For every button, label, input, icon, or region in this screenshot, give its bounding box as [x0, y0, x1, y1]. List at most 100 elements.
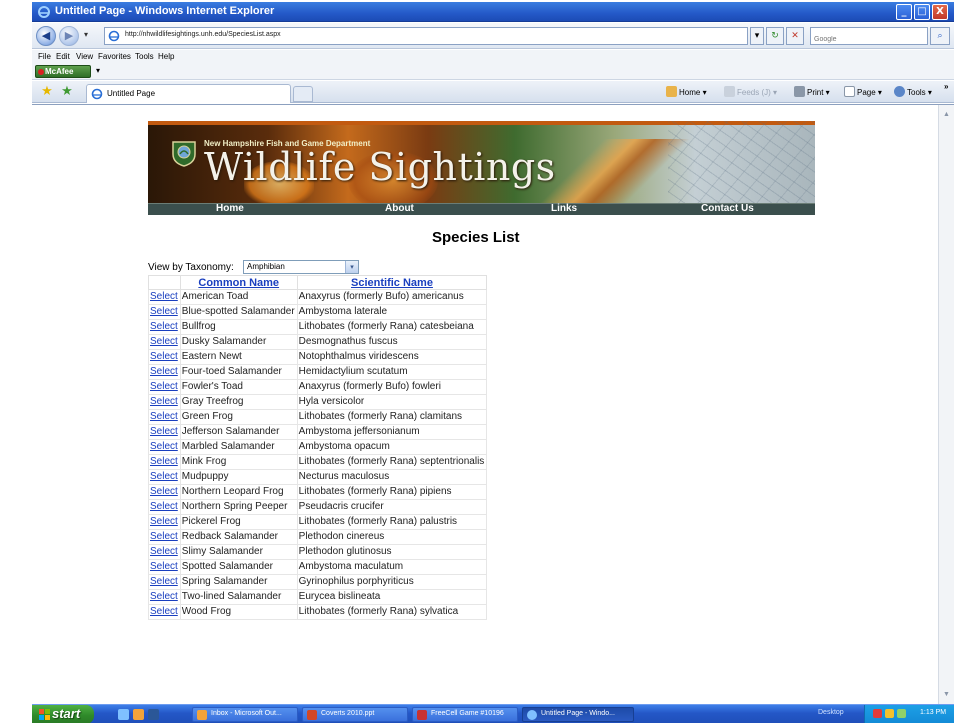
select-link[interactable]: Select — [150, 456, 178, 467]
maximize-button[interactable]: □ — [914, 4, 930, 20]
common-name-cell: Northern Spring Peeper — [179, 499, 298, 515]
favorites-star-icon[interactable]: ★ — [40, 85, 54, 99]
select-link[interactable]: Select — [150, 561, 178, 572]
mcafee-button[interactable]: McAfee — [35, 65, 91, 78]
nav-contact-us[interactable]: Contact Us — [701, 203, 754, 214]
scroll-up-icon[interactable]: ▲ — [941, 109, 952, 120]
home-command[interactable]: Home ▾ — [666, 86, 707, 97]
select-column-header — [148, 275, 181, 290]
select-cell: Select — [148, 544, 181, 560]
scientific-name-cell: Desmognathus fuscus — [296, 334, 488, 350]
tools-command[interactable]: Tools ▾ — [894, 86, 932, 97]
add-favorite-icon[interactable]: ★ — [60, 85, 74, 99]
print-command[interactable]: Print ▾ — [794, 86, 830, 97]
scientific-name-cell: Eurycea bislineata — [296, 589, 488, 605]
select-link[interactable]: Select — [150, 366, 178, 377]
select-link[interactable]: Select — [150, 351, 178, 362]
nav-about[interactable]: About — [385, 203, 414, 214]
desktop-toolbar-label[interactable]: Desktop — [818, 709, 844, 716]
search-box[interactable] — [810, 27, 928, 47]
chevron-down-icon[interactable]: ▾ — [345, 261, 358, 273]
site-nav: Home About Links Contact Us — [148, 203, 815, 215]
nav-links[interactable]: Links — [551, 203, 577, 214]
select-link[interactable]: Select — [150, 546, 178, 557]
quicklaunch-word-icon[interactable] — [148, 709, 159, 720]
common-name-header[interactable]: Common Name — [179, 275, 298, 290]
tray-security-icon[interactable] — [885, 709, 894, 718]
address-field[interactable]: http://nhwildlifesightings.unh.edu/Speci… — [104, 27, 748, 45]
stop-button[interactable]: ✕ — [786, 27, 804, 45]
scientific-name-cell: Lithobates (formerly Rana) clamitans — [296, 409, 488, 425]
select-link[interactable]: Select — [150, 606, 178, 617]
task-internet-explorer[interactable]: Untitled Page - Windo... — [522, 707, 634, 722]
table-row: Select Blue-spotted Salamander Ambystoma l… — [148, 304, 488, 320]
select-link[interactable]: Select — [150, 576, 178, 587]
table-row: Select Jefferson Salamander Ambystoma jeff… — [148, 424, 488, 440]
back-button[interactable]: ◀ — [36, 26, 56, 46]
vertical-scrollbar[interactable]: ▲ ▼ — [938, 105, 954, 705]
scientific-name-cell: Lithobates (formerly Rana) palustris — [296, 514, 488, 530]
start-button[interactable]: start — [32, 705, 94, 723]
internet-explorer-icon — [38, 6, 50, 18]
address-dropdown-button[interactable]: ▾ — [750, 27, 764, 45]
quicklaunch-ie-icon[interactable] — [118, 709, 129, 720]
select-link[interactable]: Select — [150, 321, 178, 332]
new-tab-button[interactable] — [293, 86, 313, 102]
select-link[interactable]: Select — [150, 531, 178, 542]
select-link[interactable]: Select — [150, 486, 178, 497]
table-row: Select Northern Spring Peeper Pseudacris c… — [148, 499, 488, 515]
select-link[interactable]: Select — [150, 471, 178, 482]
search-button[interactable]: ⌕ — [930, 27, 950, 45]
refresh-button[interactable]: ↻ — [766, 27, 784, 45]
taxonomy-select[interactable]: Amphibian ▾ — [243, 260, 359, 274]
select-link[interactable]: Select — [150, 291, 178, 302]
common-name-cell: Pickerel Frog — [179, 514, 298, 530]
task-outlook[interactable]: Inbox - Microsoft Out... — [192, 707, 298, 722]
close-button[interactable]: X — [932, 4, 948, 20]
history-dropdown-icon[interactable]: ▾ — [84, 30, 88, 39]
page-icon — [108, 30, 120, 42]
scientific-name-header[interactable]: Scientific Name — [296, 275, 488, 290]
menu-view[interactable]: View — [76, 52, 93, 61]
menu-favorites[interactable]: Favorites — [98, 52, 131, 61]
select-link[interactable]: Select — [150, 501, 178, 512]
select-link[interactable]: Select — [150, 336, 178, 347]
more-commands-icon[interactable]: » — [944, 82, 948, 91]
select-link[interactable]: Select — [150, 441, 178, 452]
select-link[interactable]: Select — [150, 426, 178, 437]
select-cell: Select — [148, 499, 181, 515]
select-cell: Select — [148, 559, 181, 575]
menu-tools[interactable]: Tools — [135, 52, 154, 61]
feeds-command[interactable]: Feeds (J) ▾ — [724, 86, 777, 97]
forward-button[interactable]: ▶ — [59, 26, 79, 46]
common-name-cell: Bullfrog — [179, 319, 298, 335]
tray-volume-icon[interactable] — [897, 709, 906, 718]
table-row: Select Spotted Salamander Ambystoma macula… — [148, 559, 488, 575]
window-title: Untitled Page - Windows Internet Explore… — [55, 5, 275, 17]
table-row: Select Dusky Salamander Desmognathus fuscu… — [148, 334, 488, 350]
internet-explorer-icon — [527, 710, 537, 720]
search-input[interactable] — [814, 32, 924, 47]
select-link[interactable]: Select — [150, 306, 178, 317]
quicklaunch-outlook-icon[interactable] — [133, 709, 144, 720]
task-freecell[interactable]: FreeCell Game #10196 — [412, 707, 518, 722]
select-link[interactable]: Select — [150, 411, 178, 422]
nav-home[interactable]: Home — [216, 203, 244, 214]
tab-untitled-page[interactable]: Untitled Page — [86, 84, 291, 103]
select-link[interactable]: Select — [150, 396, 178, 407]
menu-file[interactable]: File — [38, 52, 51, 61]
mcafee-dropdown-icon[interactable]: ▾ — [96, 66, 100, 75]
select-link[interactable]: Select — [150, 516, 178, 527]
page-command[interactable]: Page ▾ — [844, 86, 882, 97]
menu-bar: File Edit View Favorites Tools Help — [32, 50, 954, 64]
menu-help[interactable]: Help — [158, 52, 174, 61]
page-icon — [91, 88, 103, 100]
tray-network-icon[interactable] — [873, 709, 882, 718]
scroll-down-icon[interactable]: ▼ — [941, 689, 952, 700]
select-link[interactable]: Select — [150, 381, 178, 392]
minimize-button[interactable]: _ — [896, 4, 912, 20]
task-powerpoint[interactable]: Coverts 2010.ppt — [302, 707, 408, 722]
select-link[interactable]: Select — [150, 591, 178, 602]
common-name-cell: Mudpuppy — [179, 469, 298, 485]
menu-edit[interactable]: Edit — [56, 52, 70, 61]
